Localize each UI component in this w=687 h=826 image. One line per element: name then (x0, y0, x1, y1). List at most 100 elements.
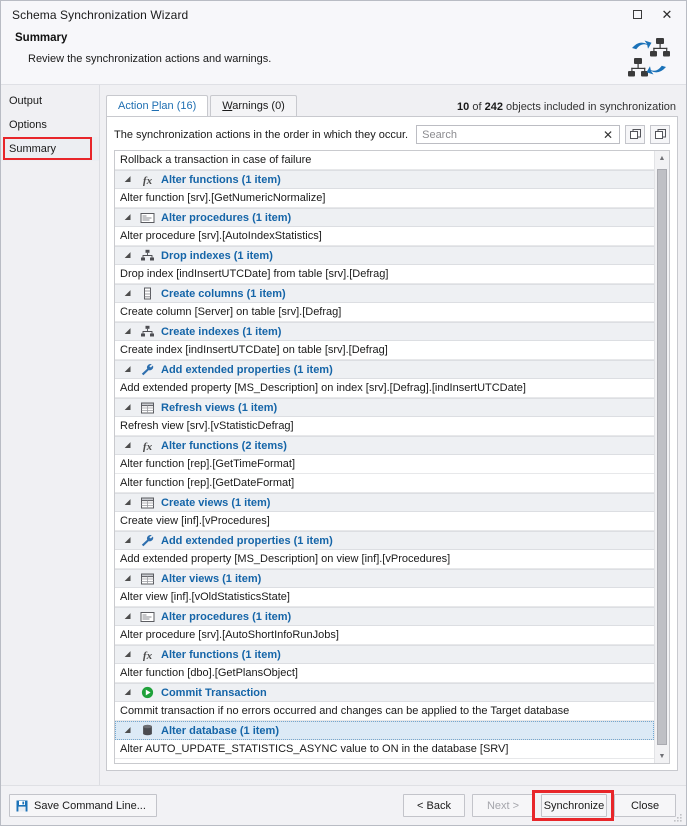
collapse-triangle-icon[interactable]: ◢ (125, 575, 135, 582)
svg-text:fx: fx (143, 175, 153, 186)
collapse-triangle-icon[interactable]: ◢ (125, 442, 135, 449)
svg-text:fx: fx (143, 650, 153, 661)
function-icon: fx (140, 439, 155, 452)
action-detail-row[interactable]: Alter AUTO_UPDATE_STATISTICS_ASYNC value… (115, 740, 654, 759)
action-detail-row[interactable]: Alter function [dbo].[GetPlansObject] (115, 664, 654, 683)
collapse-triangle-icon[interactable]: ◢ (125, 328, 135, 335)
action-detail-row[interactable]: Alter procedure [srv].[AutoIndexStatisti… (115, 227, 654, 246)
collapse-triangle-icon[interactable]: ◢ (125, 689, 135, 696)
action-group-row[interactable]: ◢ Alter procedures (1 item) (115, 607, 654, 626)
wrench-icon (140, 534, 155, 547)
scroll-down-icon[interactable]: ▼ (655, 749, 669, 763)
search-row: The synchronization actions in the order… (114, 125, 670, 144)
action-detail-row[interactable]: Alter function [srv].[GetNumericNormaliz… (115, 189, 654, 208)
action-group-row[interactable]: ◢ Commit Transaction (115, 683, 654, 702)
next-button: Next > (472, 794, 534, 817)
action-group-row[interactable]: ◢ Create views (1 item) (115, 493, 654, 512)
action-group-row[interactable]: ◢ Drop indexes (1 item) (115, 246, 654, 265)
action-group-label: Drop indexes (1 item) (161, 249, 273, 262)
collapse-triangle-icon[interactable]: ◢ (125, 176, 135, 183)
search-input[interactable] (422, 128, 601, 141)
action-group-row[interactable]: ◢ fx Alter functions (1 item) (115, 645, 654, 664)
action-detail-row[interactable]: Alter function [rep].[GetDateFormat] (115, 474, 654, 493)
collapse-triangle-icon[interactable]: ◢ (125, 727, 135, 734)
clear-search-icon[interactable]: ✕ (601, 129, 615, 141)
next-button-label: Next > (486, 799, 520, 812)
action-detail-row[interactable]: Create index [indInsertUTCDate] on table… (115, 341, 654, 360)
action-group-row[interactable]: ◢ Alter views (1 item) (115, 569, 654, 588)
action-group-row[interactable]: ◢ Create indexes (1 item) (115, 322, 654, 341)
action-group-row[interactable]: ◢ fx Alter functions (1 item) (115, 170, 654, 189)
action-group-row[interactable]: ◢ Alter procedures (1 item) (115, 208, 654, 227)
sidebar-item-options[interactable]: Options (1, 113, 99, 137)
synchronize-button-label: Synchronize (543, 799, 605, 812)
tab-warnings[interactable]: Warnings (0) (210, 95, 297, 116)
collapse-triangle-icon[interactable]: ◢ (125, 537, 135, 544)
object-count-total: 242 (484, 101, 503, 113)
action-group-label: Alter database (1 item) (161, 724, 279, 737)
scroll-up-icon[interactable]: ▲ (655, 151, 669, 165)
schema-sync-logo-icon (626, 36, 672, 80)
synchronize-button[interactable]: Synchronize (541, 794, 607, 817)
action-detail-label: Drop index [indInsertUTCDate] from table… (120, 268, 389, 280)
action-group-label: Alter functions (2 items) (161, 439, 287, 452)
wizard-footer: Save Command Line... < Back Next > Synch… (1, 785, 686, 825)
action-detail-row[interactable]: Alter view [inf].[vOldStatisticsState] (115, 588, 654, 607)
action-group-row[interactable]: ◢ fx Alter functions (2 items) (115, 436, 654, 455)
collapse-triangle-icon[interactable]: ◢ (125, 290, 135, 297)
action-plan-list[interactable]: Rollback a transaction in case of failur… (115, 151, 654, 763)
back-button[interactable]: < Back (403, 794, 465, 817)
action-group-row[interactable]: ◢ Add extended properties (1 item) (115, 360, 654, 379)
action-detail-label: Alter procedure [srv].[AutoShortInfoRunJ… (120, 629, 339, 641)
collapse-triangle-icon[interactable]: ◢ (125, 214, 135, 221)
close-button[interactable]: Close (614, 794, 676, 817)
action-detail-row[interactable]: Add extended property [MS_Description] o… (115, 379, 654, 398)
action-group-label: Refresh views (1 item) (161, 401, 278, 414)
maximize-icon[interactable] (622, 3, 652, 27)
action-group-label: Add extended properties (1 item) (161, 363, 333, 376)
commit-icon (140, 686, 155, 699)
save-command-line-button[interactable]: Save Command Line... (9, 794, 157, 817)
collapse-all-button[interactable] (650, 125, 670, 144)
action-detail-label: Alter AUTO_UPDATE_STATISTICS_ASYNC value… (120, 743, 509, 755)
collapse-triangle-icon[interactable]: ◢ (125, 366, 135, 373)
collapse-triangle-icon[interactable]: ◢ (125, 613, 135, 620)
action-group-row[interactable]: ◢ Add extended properties (1 item) (115, 531, 654, 550)
page-subtitle: Review the synchronization actions and w… (28, 53, 272, 65)
action-group-label: Alter procedures (1 item) (161, 211, 292, 224)
action-detail-row[interactable]: Refresh view [srv].[vStatisticDefrag] (115, 417, 654, 436)
action-group-row[interactable]: ◢ Create columns (1 item) (115, 284, 654, 303)
expand-all-button[interactable] (625, 125, 645, 144)
scroll-thumb[interactable] (657, 169, 667, 745)
action-detail-label: Create view [inf].[vProcedures] (120, 515, 270, 527)
action-group-label: Alter procedures (1 item) (161, 610, 292, 623)
summary-content: Action Plan (16) Warnings (0) 10 of 242 … (100, 85, 686, 785)
action-detail-row[interactable]: Add extended property [MS_Description] o… (115, 550, 654, 569)
sidebar-item-output[interactable]: Output (1, 89, 99, 113)
action-detail-label: Alter function [rep].[GetDateFormat] (120, 477, 295, 489)
sidebar-item-summary[interactable]: Summary (1, 137, 99, 161)
search-box[interactable]: ✕ (416, 125, 620, 144)
action-plan-scrollbar[interactable]: ▲ ▼ (654, 151, 669, 763)
tab-action-plan[interactable]: Action Plan (16) (106, 95, 209, 116)
action-detail-row[interactable]: Alter function [rep].[GetTimeFormat] (115, 455, 654, 474)
collapse-triangle-icon[interactable]: ◢ (125, 252, 135, 259)
action-plan-list-container: Rollback a transaction in case of failur… (114, 150, 670, 764)
action-detail-row[interactable]: Alter procedure [srv].[AutoShortInfoRunJ… (115, 626, 654, 645)
collapse-triangle-icon[interactable]: ◢ (125, 499, 135, 506)
footer-nav-buttons: < Back Next > Synchronize Close (403, 794, 676, 817)
action-detail-row[interactable]: Create view [inf].[vProcedures] (115, 512, 654, 531)
action-detail-row[interactable]: Rollback a transaction in case of failur… (115, 151, 654, 170)
action-detail-row[interactable]: Create column [Server] on table [srv].[D… (115, 303, 654, 322)
sidebar-item-label: Output (9, 95, 43, 107)
resize-grip[interactable] (674, 814, 683, 823)
schema-sync-wizard-window: Schema Synchronization Wizard ✕ Summary … (0, 0, 687, 826)
collapse-triangle-icon[interactable]: ◢ (125, 651, 135, 658)
collapse-triangle-icon[interactable]: ◢ (125, 404, 135, 411)
action-detail-row[interactable]: Commit transaction if no errors occurred… (115, 702, 654, 721)
close-icon[interactable]: ✕ (652, 3, 682, 27)
action-group-row[interactable]: ◢ Refresh views (1 item) (115, 398, 654, 417)
wizard-step-sidebar: Output Options Summary (1, 85, 100, 785)
action-detail-row[interactable]: Drop index [indInsertUTCDate] from table… (115, 265, 654, 284)
action-group-row[interactable]: ◢ Alter database (1 item) (115, 721, 654, 740)
